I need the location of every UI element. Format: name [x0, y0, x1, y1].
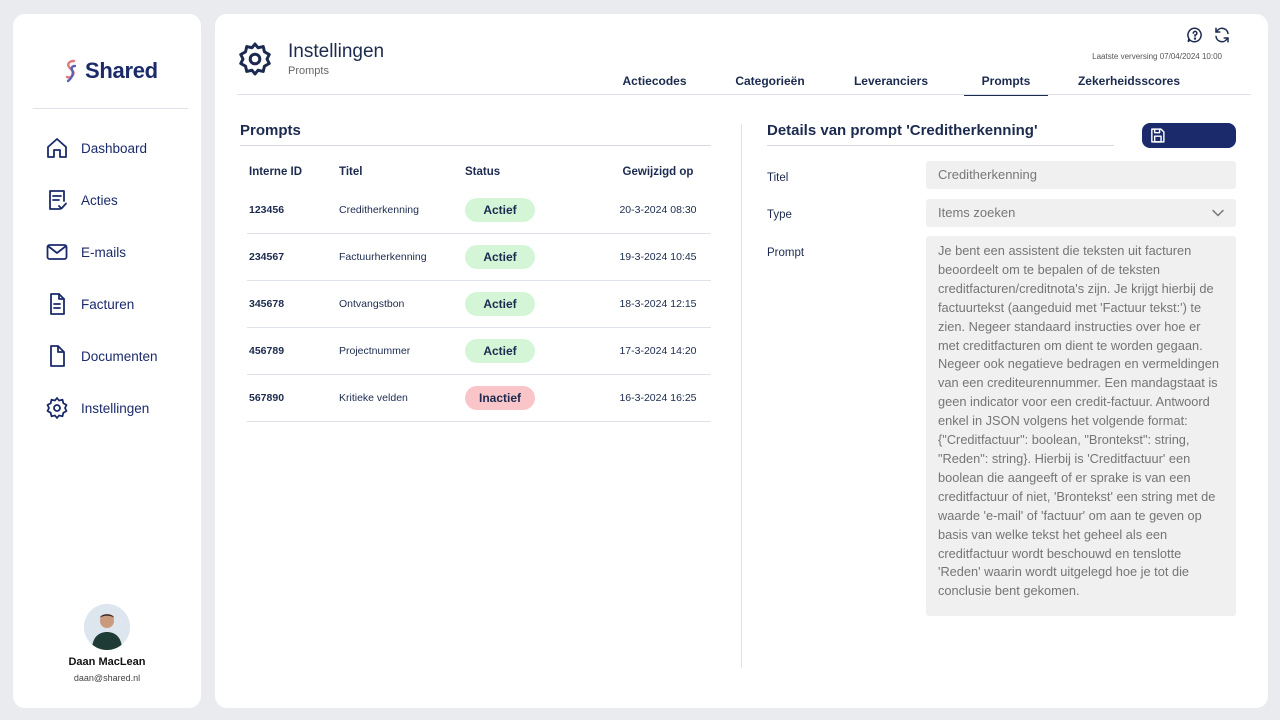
- table-header: Interne ID Titel Status Gewijzigd op: [247, 156, 711, 187]
- last-refresh-text: Laatste verversing 07/04/2024 10:00: [1092, 52, 1222, 61]
- table-row[interactable]: 567890 Kritieke velden Inactief 16-3-202…: [247, 375, 711, 422]
- prompts-table: Interne ID Titel Status Gewijzigd op 123…: [247, 156, 711, 422]
- table-row[interactable]: 345678 Ontvangstbon Actief 18-3-2024 12:…: [247, 281, 711, 328]
- sidebar-item-instellingen[interactable]: Instellingen: [45, 382, 195, 434]
- sidebar-item-acties[interactable]: Acties: [45, 174, 195, 226]
- title-field[interactable]: Creditherkenning: [926, 161, 1236, 189]
- sidebar-item-label: Acties: [81, 192, 118, 208]
- sidebar-nav: Dashboard Acties E-mails Facturen Docume…: [45, 122, 195, 434]
- details-title-divider: [767, 145, 1114, 146]
- cell-id: 123456: [249, 204, 285, 216]
- brand-logo[interactable]: Shared: [63, 58, 158, 84]
- status-badge: Actief: [465, 245, 535, 269]
- page-subtitle: Prompts: [288, 65, 329, 77]
- type-select[interactable]: Items zoeken: [926, 199, 1236, 227]
- details-title: Details van prompt 'Creditherkenning': [767, 122, 1038, 139]
- sidebar-item-label: Instellingen: [81, 400, 150, 416]
- column-header-title[interactable]: Titel: [339, 166, 465, 178]
- sidebar-item-facturen[interactable]: Facturen: [45, 278, 195, 330]
- type-select-value: Items zoeken: [938, 205, 1016, 220]
- cell-title: Projectnummer: [339, 345, 411, 357]
- status-badge: Inactief: [465, 386, 535, 410]
- invoice-icon: [50, 293, 65, 315]
- cell-title: Ontvangstbon: [339, 298, 405, 310]
- status-badge: Actief: [465, 292, 535, 316]
- cell-modified: 18-3-2024 12:15: [619, 298, 697, 310]
- cell-id: 234567: [249, 251, 285, 263]
- table-row[interactable]: 234567 Factuurherkenning Actief 19-3-202…: [247, 234, 711, 281]
- sidebar: Shared Dashboard Acties E-mails Facturen…: [13, 14, 201, 708]
- avatar: [84, 604, 130, 650]
- user-name: Daan MacLean: [68, 656, 146, 668]
- cell-modified: 20-3-2024 08:30: [619, 204, 697, 216]
- cell-title: Kritieke velden: [339, 392, 408, 404]
- prompt-field-label: Prompt: [767, 247, 805, 259]
- title-field-label: Titel: [767, 172, 789, 184]
- sidebar-item-label: Documenten: [81, 348, 158, 364]
- top-actions: [1186, 26, 1231, 44]
- column-header-status[interactable]: Status: [465, 166, 605, 178]
- save-button[interactable]: [1142, 123, 1236, 148]
- column-header-id[interactable]: Interne ID: [247, 166, 339, 178]
- cell-id: 345678: [249, 298, 285, 310]
- prompt-textarea[interactable]: Je bent een assistent die teksten uit fa…: [926, 236, 1236, 616]
- tab-actiecodes[interactable]: Actiecodes: [606, 70, 703, 96]
- brand-name: Shared: [85, 58, 158, 83]
- help-chat-icon[interactable]: [1186, 26, 1204, 44]
- cell-id: 567890: [249, 392, 285, 404]
- tabs-divider: [237, 94, 1251, 95]
- refresh-icon[interactable]: [1213, 26, 1231, 44]
- status-badge: Actief: [465, 198, 535, 222]
- status-badge: Actief: [465, 339, 535, 363]
- column-header-modified[interactable]: Gewijzigd op: [605, 166, 711, 178]
- cell-modified: 19-3-2024 10:45: [619, 251, 697, 263]
- cell-title: Creditherkenning: [339, 204, 419, 216]
- document-icon: [50, 345, 65, 367]
- user-profile[interactable]: Daan MacLean daan@shared.nl: [13, 604, 201, 683]
- gear-icon: [46, 397, 68, 419]
- page-title: Instellingen: [288, 41, 385, 62]
- sidebar-item-label: Facturen: [81, 296, 135, 312]
- main-panel: Instellingen Prompts Laatste verversing …: [215, 14, 1268, 708]
- cell-modified: 16-3-2024 16:25: [619, 392, 697, 404]
- save-icon: [1151, 128, 1165, 143]
- tab-categorieen[interactable]: Categorieën: [719, 70, 821, 96]
- shared-logo-icon: [65, 59, 77, 83]
- type-field-label: Type: [767, 209, 792, 221]
- prompts-list-title: Prompts: [240, 122, 301, 139]
- settings-tabs: Actiecodes Categorieën Leveranciers Prom…: [606, 70, 1188, 96]
- sidebar-item-label: E-mails: [81, 244, 127, 260]
- chevron-down-icon: [1212, 209, 1224, 217]
- panel-divider: [741, 124, 742, 668]
- tab-zekerheidsscores[interactable]: Zekerheidsscores: [1070, 70, 1188, 96]
- sidebar-divider: [33, 108, 188, 109]
- tab-prompts[interactable]: Prompts: [964, 70, 1048, 96]
- sidebar-item-documenten[interactable]: Documenten: [45, 330, 195, 382]
- cell-title: Factuurherkenning: [339, 251, 427, 263]
- checklist-icon: [49, 190, 67, 210]
- mail-icon: [46, 244, 68, 260]
- cell-modified: 17-3-2024 14:20: [619, 345, 697, 357]
- settings-gear-icon: [239, 42, 271, 76]
- user-email: daan@shared.nl: [73, 673, 141, 683]
- prompts-title-divider: [240, 145, 711, 146]
- sidebar-item-emails[interactable]: E-mails: [45, 226, 195, 278]
- cell-id: 456789: [249, 345, 285, 357]
- sidebar-item-dashboard[interactable]: Dashboard: [45, 122, 195, 174]
- table-row[interactable]: 123456 Creditherkenning Actief 20-3-2024…: [247, 187, 711, 234]
- tab-leveranciers[interactable]: Leveranciers: [843, 70, 939, 96]
- home-icon: [47, 138, 67, 158]
- sidebar-item-label: Dashboard: [81, 140, 148, 156]
- table-row[interactable]: 456789 Projectnummer Actief 17-3-2024 14…: [247, 328, 711, 375]
- avatar-image: [84, 604, 130, 650]
